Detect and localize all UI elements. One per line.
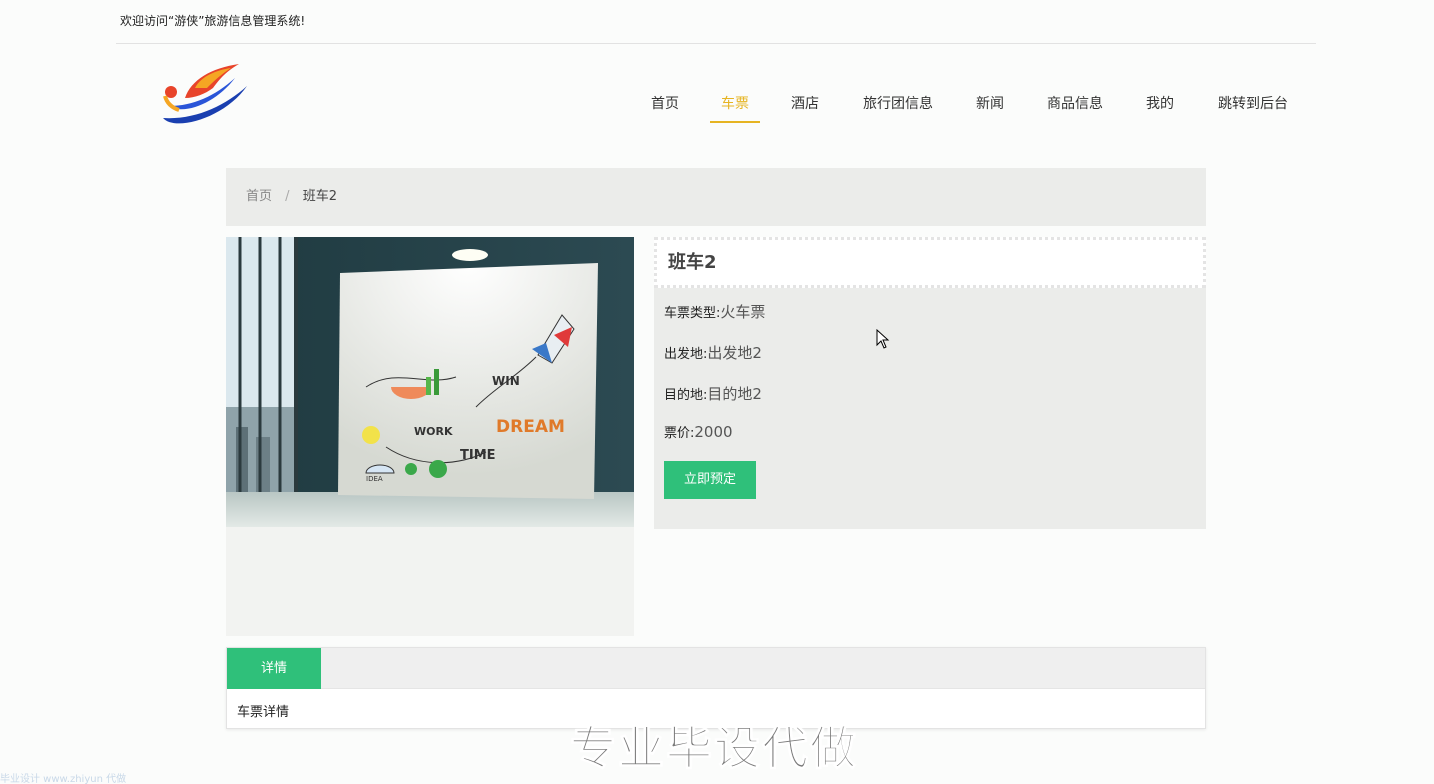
product-info-panel: 车票类型:火车票 出发地:出发地2 目的地:目的地2 票价:2000 立即预定 [654,288,1206,529]
breadcrumb-separator: / [285,189,290,204]
watermark-text: 专业毕设代做 [570,721,858,776]
field-ticket-type: 车票类型:火车票 [664,301,765,322]
breadcrumb: 首页 / 班车2 [226,168,1206,226]
field-departure: 出发地:出发地2 [664,342,762,363]
field-destination: 目的地:目的地2 [664,383,762,404]
breadcrumb-home[interactable]: 首页 [246,189,272,204]
nav-item-tour-groups[interactable]: 旅行团信息 [860,84,936,124]
nav-item-admin[interactable]: 跳转到后台 [1215,84,1291,124]
nav-item-mine[interactable]: 我的 [1145,84,1175,124]
mouse-cursor-icon [876,328,890,349]
nav-item-goods[interactable]: 商品信息 [1045,84,1105,124]
tab-details[interactable]: 详情 [227,648,321,689]
svg-text:WIN: WIN [492,374,520,388]
wall-doodle-image: WORK TIME DREAM WIN IDEA [226,237,634,527]
tab-bar: 详情 [227,648,1205,689]
field-label: 票价: [664,426,695,441]
main-nav: 首页 车票 酒店 旅行团信息 新闻 商品信息 我的 跳转到后台 [0,84,1434,124]
svg-text:WORK: WORK [414,425,453,438]
svg-text:DREAM: DREAM [496,417,565,437]
nav-item-news[interactable]: 新闻 [975,84,1005,124]
product-title: 班车2 [654,237,1206,288]
breadcrumb-current: 班车2 [302,189,337,204]
field-value: 目的地2 [707,385,762,403]
field-label: 车票类型: [664,306,721,321]
product-image-box: WORK TIME DREAM WIN IDEA [226,237,634,636]
field-value: 出发地2 [707,344,762,362]
field-label: 出发地: [664,347,708,362]
svg-text:IDEA: IDEA [366,475,383,483]
field-value: 火车票 [720,303,766,321]
top-bar: 欢迎访问“游侠”旅游信息管理系统! [116,0,1316,44]
field-value: 2000 [694,423,733,441]
svg-text:TIME: TIME [460,448,496,463]
watermark-small: 毕业设计 www.zhiyun 代做 [0,774,127,784]
nav-item-home[interactable]: 首页 [650,84,680,124]
field-price: 票价:2000 [664,422,733,441]
nav-item-tickets[interactable]: 车票 [710,84,760,124]
field-label: 目的地: [664,388,708,403]
welcome-text: 欢迎访问“游侠”旅游信息管理系统! [120,14,306,28]
book-now-button[interactable]: 立即预定 [664,461,756,499]
nav-item-hotel[interactable]: 酒店 [790,84,820,124]
